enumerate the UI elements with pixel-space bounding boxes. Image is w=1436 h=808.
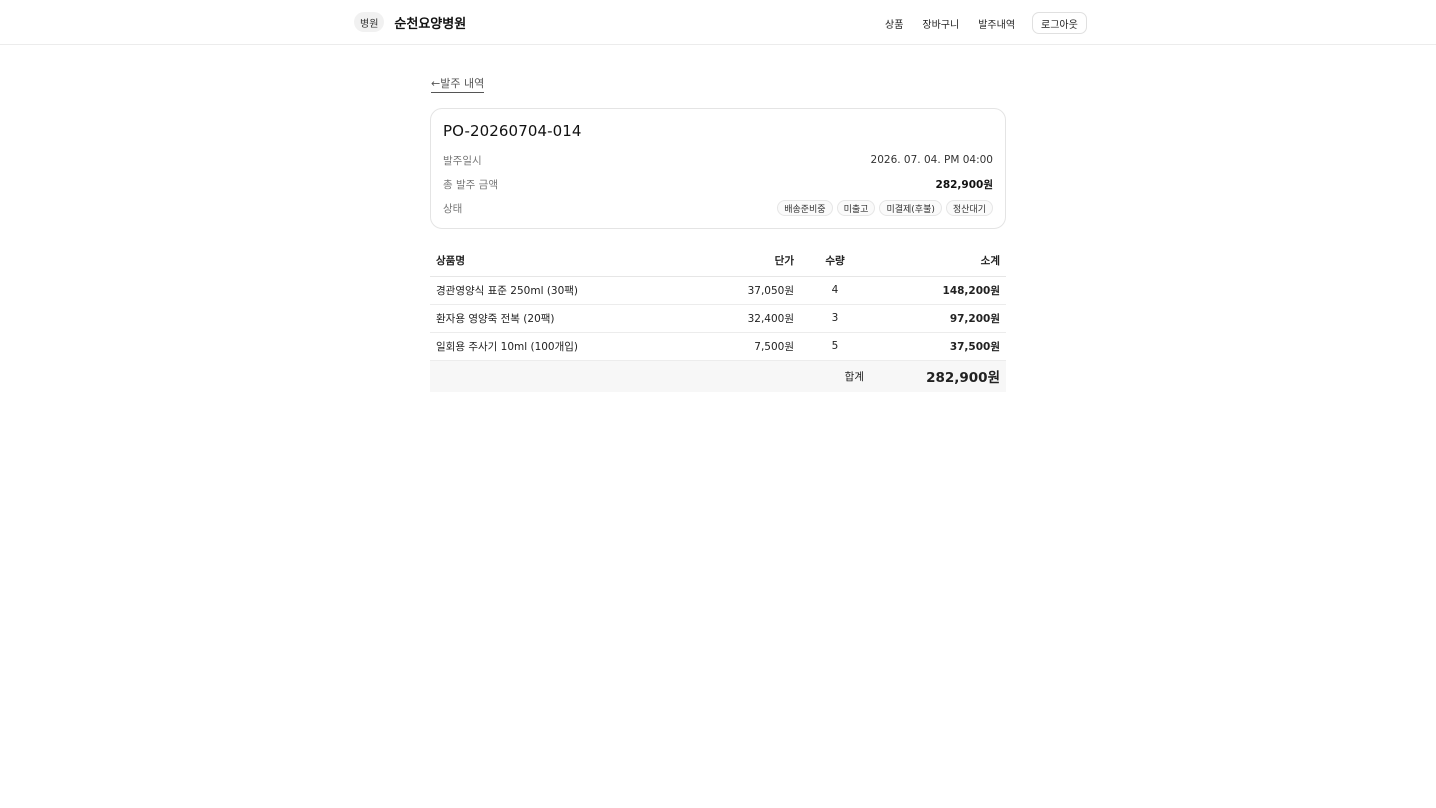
main-nav: 상품 장바구니 발주내역 로그아웃 [885,12,1087,34]
table-header-row: 상품명 단가 수량 소계 [430,245,1006,277]
item-name: 경관영양식 표준 250ml (30팩) [430,276,700,305]
item-qty: 5 [800,332,870,361]
table-row: 환자용 영양죽 전복 (20팩) 32,400원 3 97,200원 [430,304,1006,333]
col-header-qty: 수량 [800,245,870,277]
order-status-label: 상태 [443,202,463,215]
item-subtotal: 97,200원 [870,304,1006,333]
total-label: 합계 [800,360,870,392]
order-date-row: 발주일시 2026. 07. 04. PM 04:00 [443,152,993,168]
top-header: 병원 순천요양병원 상품 장바구니 발주내역 로그아웃 [0,0,1436,45]
col-header-price: 단가 [700,245,800,277]
item-subtotal: 148,200원 [870,276,1006,305]
item-price: 7,500원 [700,332,800,361]
status-badge: 정산대기 [945,200,993,216]
total-spacer [430,360,700,392]
status-badge: 미출고 [836,200,876,216]
order-status-row: 상태 배송준비중 미출고 미결제(후불) 정산대기 [443,200,993,216]
total-row: 합계 282,900원 [430,360,1006,392]
brand[interactable]: 병원 순천요양병원 [354,11,466,33]
order-amount-row: 총 발주 금액 282,900원 [443,176,993,192]
status-badge: 배송준비중 [777,200,833,216]
item-subtotal: 37,500원 [870,332,1006,361]
item-price: 37,050원 [700,276,800,305]
item-price: 32,400원 [700,304,800,333]
col-header-name: 상품명 [430,245,700,277]
back-to-orders-link[interactable]: ←발주 내역 [431,75,485,93]
order-number: PO-20260704-014 [443,122,582,140]
total-value: 282,900원 [870,360,1006,392]
logout-button[interactable]: 로그아웃 [1032,12,1087,34]
status-badge: 미결제(후불) [879,200,942,216]
order-amount-value: 282,900원 [935,178,993,191]
table-row: 일회용 주사기 10ml (100개입) 7,500원 5 37,500원 [430,332,1006,361]
order-date-label: 발주일시 [443,154,482,167]
total-spacer [700,360,800,392]
item-name: 일회용 주사기 10ml (100개입) [430,332,700,361]
nav-products[interactable]: 상품 [885,16,903,31]
status-badges: 배송준비중 미출고 미결제(후불) 정산대기 [777,200,993,216]
order-items-table: 상품명 단가 수량 소계 경관영양식 표준 250ml (30팩) 37,050… [430,245,1006,392]
item-qty: 3 [800,304,870,333]
hospital-badge: 병원 [354,12,385,32]
order-summary-card: PO-20260704-014 발주일시 2026. 07. 04. PM 04… [430,108,1006,229]
item-name: 환자용 영양죽 전복 (20팩) [430,304,700,333]
hospital-name[interactable]: 순천요양병원 [394,13,466,32]
col-header-subtotal: 소계 [870,245,1006,277]
item-qty: 4 [800,276,870,305]
order-date-value: 2026. 07. 04. PM 04:00 [870,154,993,166]
nav-cart[interactable]: 장바구니 [922,16,959,31]
nav-orders[interactable]: 발주내역 [978,16,1015,31]
table-row: 경관영양식 표준 250ml (30팩) 37,050원 4 148,200원 [430,276,1006,305]
order-amount-label: 총 발주 금액 [443,178,498,191]
